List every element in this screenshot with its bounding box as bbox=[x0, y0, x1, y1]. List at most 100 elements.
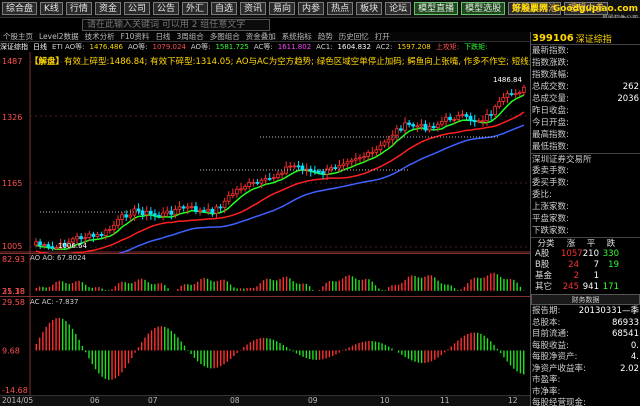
candle-body bbox=[218, 206, 223, 209]
candle-body bbox=[362, 156, 366, 159]
toolbar-button[interactable]: 行情 bbox=[65, 2, 92, 15]
panel-axis-label: 82.93 bbox=[2, 255, 25, 264]
category-row: B股 24 7 19 bbox=[531, 260, 640, 271]
candle-body bbox=[161, 212, 165, 217]
info-row: 报告期: 20130331—季 bbox=[531, 306, 640, 318]
down-label: 下跌矩: bbox=[464, 43, 488, 51]
function-tab[interactable]: 系统指标 bbox=[279, 32, 315, 42]
candle-body bbox=[173, 209, 178, 215]
toolbar-button[interactable]: 外汇 bbox=[181, 2, 208, 15]
toolbar-button[interactable]: 热点 bbox=[327, 2, 354, 15]
candle-body bbox=[243, 186, 247, 190]
candle-body bbox=[312, 170, 317, 173]
strategy-text: 有效上碎型:1486.84; 有效下碎型:1314.05; AO与AC为空方趋势… bbox=[64, 57, 546, 67]
toolbar-button[interactable]: 内参 bbox=[298, 2, 325, 15]
toolbar-green-button[interactable]: 模型选股 bbox=[461, 2, 506, 15]
ac-histogram[interactable]: 29.58 9.68 -14.68 bbox=[0, 296, 530, 395]
logo-sub: Goodgupiao.com bbox=[552, 4, 638, 14]
info-key: 目前流通: bbox=[532, 329, 569, 339]
info-key: 市净率: bbox=[532, 386, 561, 397]
financial-data-button[interactable]: 财务数据 bbox=[531, 294, 640, 305]
info-row: 最低指数: bbox=[531, 141, 640, 153]
candle-body bbox=[136, 208, 141, 212]
candle-body bbox=[419, 123, 424, 127]
candle-body bbox=[427, 125, 432, 131]
candle-body bbox=[99, 233, 104, 236]
candle-body bbox=[210, 208, 215, 214]
candle-body bbox=[296, 165, 301, 168]
candle-body bbox=[157, 214, 161, 217]
candle-body bbox=[513, 93, 518, 95]
category-header-cell: 涨 bbox=[566, 239, 576, 249]
candle-body bbox=[468, 115, 473, 122]
toolbar-green-button[interactable]: 模型直播 bbox=[414, 2, 459, 15]
info-key: 每股净资产: bbox=[532, 352, 578, 362]
function-tab[interactable]: 个股主页 bbox=[0, 32, 36, 42]
top-toolbar: 综合盘 K线 行情 资金 公司 公告 外汇 自选 资讯 易向 内参 热点 板块 论坛 模型直播 模型选股 策略股… bbox=[0, 0, 640, 22]
quote-rows: 最新指数: 指数涨跌: 指数涨幅: 总成交数: 262 总成交量: 2036 昨日收盘: 今日开… bbox=[531, 45, 640, 153]
info-row: 平盘家数: bbox=[531, 213, 640, 225]
candle-body bbox=[300, 165, 305, 171]
info-row: 最高指数: bbox=[531, 129, 640, 141]
info-row: 下跌家数: bbox=[531, 225, 640, 237]
toolbar-button[interactable]: 论坛 bbox=[385, 2, 412, 15]
index-name: 深证综指 bbox=[575, 34, 612, 45]
toolbar-button[interactable]: 资讯 bbox=[240, 2, 267, 15]
info-row: 委比: bbox=[531, 189, 640, 201]
toolbar-button[interactable]: 自选 bbox=[211, 2, 238, 15]
info-row: 净资产收益率: 2.02 bbox=[531, 364, 640, 376]
candle-body bbox=[517, 91, 522, 94]
date-label: 07 bbox=[148, 396, 158, 405]
function-tab[interactable]: 多图组合 bbox=[207, 32, 243, 42]
candle-body bbox=[476, 120, 481, 123]
info-row: 市净率: bbox=[531, 387, 640, 399]
function-tab[interactable]: F10资料 bbox=[118, 32, 153, 42]
toolbar-button[interactable]: 公司 bbox=[123, 2, 150, 15]
candle-body bbox=[460, 114, 465, 116]
toolbar-button[interactable]: 板块 bbox=[356, 2, 383, 15]
candle-body bbox=[259, 179, 264, 184]
candle-body bbox=[42, 244, 47, 247]
candle-body bbox=[345, 161, 350, 165]
candle-body bbox=[267, 178, 272, 180]
ma30-value: 1611.802 bbox=[277, 43, 312, 51]
info-value: 68541 bbox=[611, 329, 639, 339]
date-label: 10 bbox=[380, 396, 390, 405]
info-row: 上涨家数: bbox=[531, 201, 640, 213]
toolbar-button[interactable]: 综合盘 bbox=[2, 2, 38, 15]
candle-body bbox=[75, 236, 79, 240]
candle-body bbox=[239, 188, 243, 191]
toolbar-button[interactable]: 资金 bbox=[94, 2, 121, 15]
toolbar-button[interactable]: 易向 bbox=[269, 2, 296, 15]
function-tab[interactable]: 趋势 bbox=[315, 32, 336, 42]
price-axis-label: 1005 bbox=[2, 242, 22, 251]
info-key: 总成交数: bbox=[532, 82, 569, 92]
category-name: A股 bbox=[535, 249, 550, 259]
candle-body bbox=[275, 173, 280, 178]
function-tab[interactable]: Level2数据 bbox=[36, 32, 82, 42]
function-tab[interactable]: 历史回忆 bbox=[336, 32, 372, 42]
function-tab[interactable]: 3周组合 bbox=[173, 32, 206, 42]
candle-body bbox=[357, 157, 362, 160]
info-row: 每股经营现金: bbox=[531, 398, 640, 406]
candlestick-chart[interactable]: 1486.84 1006.64 1487 1326 1165 1005 bbox=[0, 52, 530, 253]
category-down: 171 bbox=[602, 282, 619, 292]
info-row: 总股本: 86933 bbox=[531, 318, 640, 330]
info-key: 每股收益: bbox=[532, 340, 569, 351]
candle-body bbox=[403, 122, 407, 131]
function-tab[interactable]: 技术分析 bbox=[82, 32, 118, 42]
function-tab[interactable]: 日线 bbox=[152, 32, 173, 42]
info-row: 每股收益: 0. bbox=[531, 341, 640, 353]
candle-body bbox=[501, 97, 506, 102]
candle-body bbox=[407, 122, 411, 125]
category-rows: A股 1057 210 330 B股 24 7 19 基金 2 1 其它 245 941 171 bbox=[531, 249, 640, 293]
toolbar-button[interactable]: K线 bbox=[40, 2, 63, 15]
function-tab[interactable]: 资金叠加 bbox=[243, 32, 279, 42]
candle-body bbox=[87, 233, 92, 239]
toolbar-button[interactable]: 公告 bbox=[152, 2, 179, 15]
search-input[interactable]: 请在此输入关键词 可以用 2 组任意文字 bbox=[82, 19, 270, 31]
candle-body bbox=[144, 210, 149, 216]
function-tab[interactable]: 打开 bbox=[372, 32, 393, 42]
chart-bg bbox=[0, 52, 530, 253]
candle-body bbox=[321, 171, 325, 175]
